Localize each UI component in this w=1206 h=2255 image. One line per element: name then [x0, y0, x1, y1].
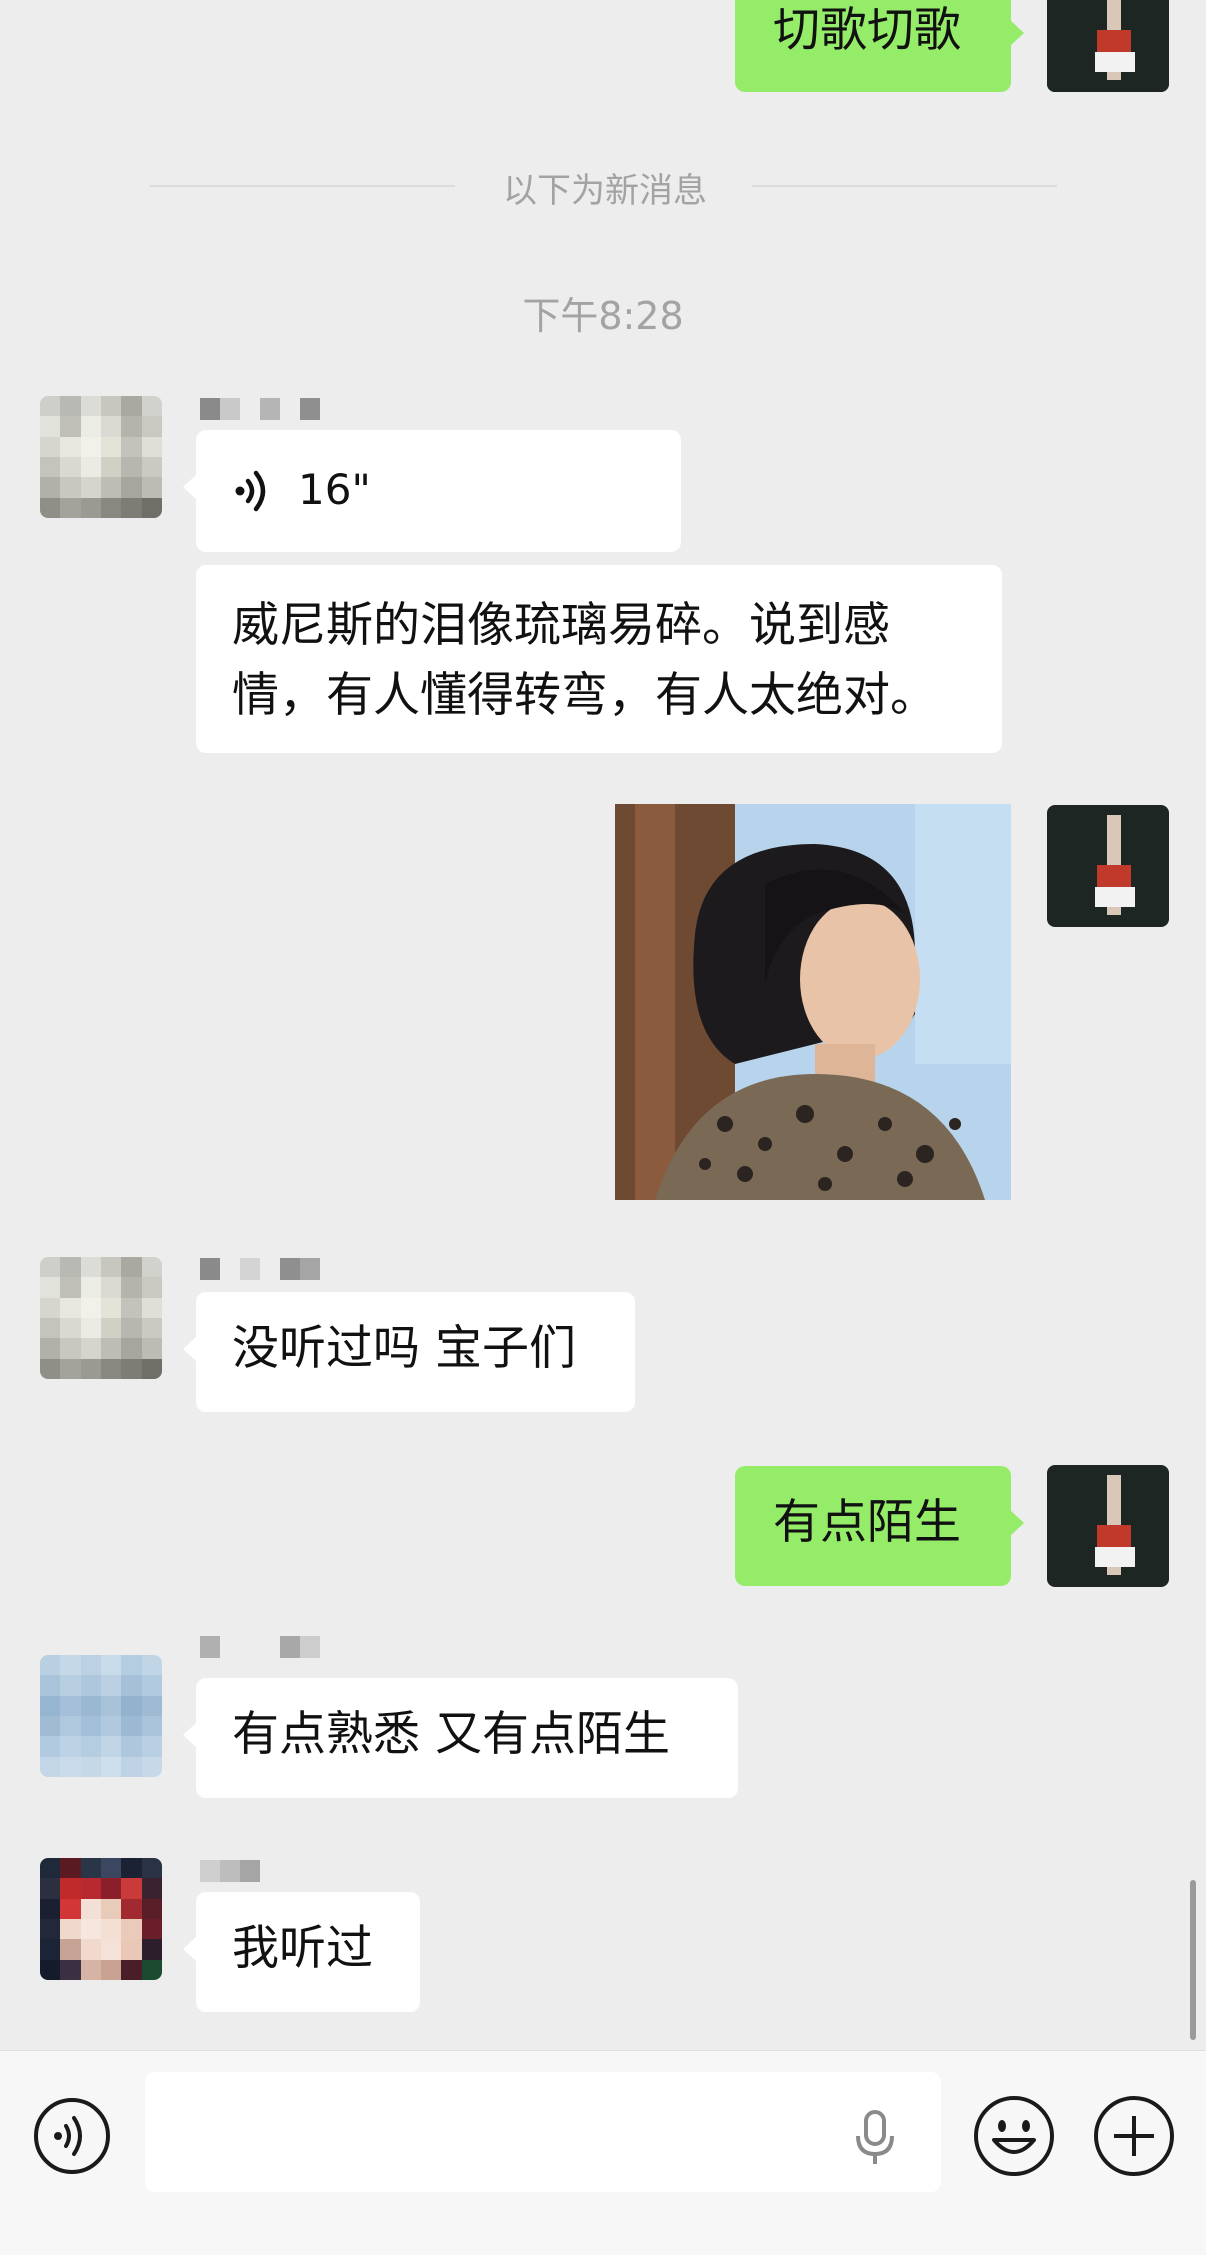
my-avatar[interactable] — [1047, 1465, 1169, 1587]
new-messages-divider: 以下为新消息 — [503, 171, 707, 211]
sender-avatar[interactable] — [40, 396, 162, 518]
sender-name-mosaic — [200, 1258, 320, 1280]
message-text: 有点陌生 — [773, 1495, 961, 1550]
microphone-icon[interactable] — [852, 2108, 898, 2168]
message-text: 我听过 — [232, 1921, 373, 1976]
sticker-image[interactable] — [615, 804, 1011, 1200]
message-text: 没听过吗 宝子们 — [232, 1321, 576, 1376]
message-text-line: 情，有人懂得转弯，有人太绝对。 — [232, 668, 937, 723]
message-text-line: 威尼斯的泪像琉璃易碎。说到感 — [232, 598, 890, 653]
message-bubble-outgoing[interactable]: 切歌切歌 — [735, 0, 1024, 92]
voice-mode-icon[interactable] — [32, 2096, 112, 2176]
voice-wave-icon — [235, 470, 266, 512]
scrollbar[interactable] — [1190, 1880, 1196, 2040]
sender-name-mosaic — [200, 1860, 260, 1882]
message-input[interactable] — [145, 2072, 941, 2192]
message-text: 有点熟悉 又有点陌生 — [232, 1707, 670, 1762]
message-bubble-incoming[interactable]: 我听过 — [183, 1892, 420, 2012]
divider-line-left — [150, 185, 455, 187]
emoji-icon[interactable] — [972, 2094, 1056, 2178]
sender-avatar[interactable] — [40, 1858, 162, 1980]
message-text: 切歌切歌 — [773, 3, 961, 58]
voice-duration: 16" — [298, 465, 371, 514]
divider-line-right — [752, 185, 1057, 187]
my-avatar[interactable] — [1047, 805, 1169, 927]
plus-icon[interactable] — [1092, 2094, 1176, 2178]
sender-name-mosaic — [200, 398, 320, 420]
message-bubble-incoming[interactable]: 没听过吗 宝子们 — [183, 1292, 635, 1412]
sender-avatar[interactable] — [40, 1655, 162, 1777]
my-avatar[interactable] — [1047, 0, 1169, 92]
message-bubble-outgoing[interactable]: 有点陌生 — [735, 1466, 1024, 1586]
message-bubble-incoming[interactable]: 有点熟悉 又有点陌生 — [183, 1678, 738, 1798]
timestamp: 下午8:28 — [522, 294, 684, 338]
voice-message-bubble[interactable]: 16" — [183, 430, 681, 552]
message-bubble-incoming[interactable]: 威尼斯的泪像琉璃易碎。说到感 情，有人懂得转弯，有人太绝对。 — [196, 565, 1002, 753]
sender-name-mosaic — [200, 1636, 320, 1658]
sender-avatar[interactable] — [40, 1257, 162, 1379]
